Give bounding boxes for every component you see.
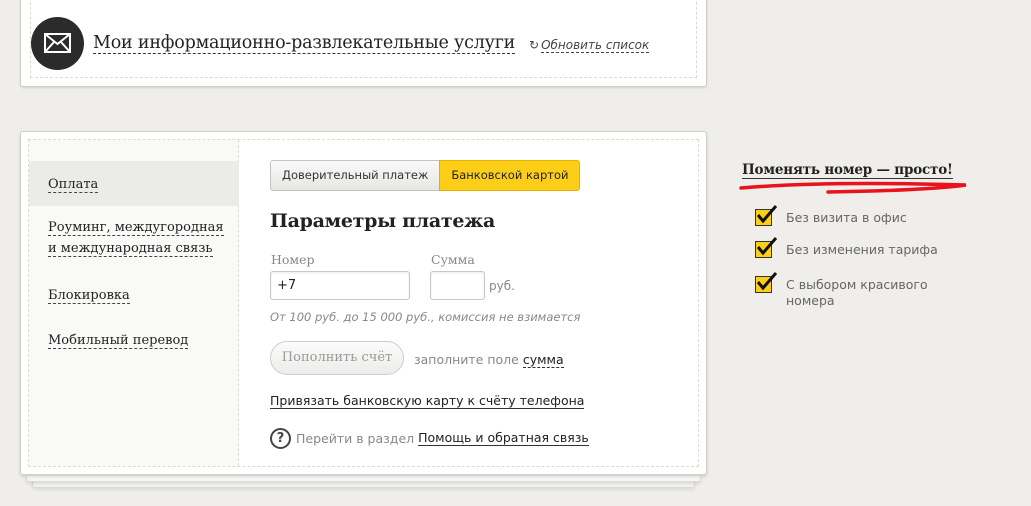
help-row: ? Перейти в раздел Помощь и обратная свя… [270,428,589,449]
sum-field-link[interactable]: сумма [522,352,564,368]
promo-item-label: Без визита в офис [786,210,907,225]
nav-item-payment-label: Оплата [48,177,99,193]
nav-item-mobile-transfer-label: Мобильный перевод [48,333,189,349]
side-nav: Оплата Роуминг, междугородная и междунар… [29,140,239,466]
promo-item-label: Без изменения тарифа [786,242,938,257]
payment-method-tabs: Доверительный платеж Банковской картой [270,160,581,191]
fill-field-prefix: заполните поле [414,352,519,367]
nav-item-roaming-line2: и международная связь [48,241,213,257]
nav-item-roaming-line1: Роуминг, междугородная [48,220,224,236]
fill-field-hint: заполните поле сумма [414,352,564,368]
card-stack-shadow-1 [26,476,701,482]
checkmark-icon [756,272,778,291]
tab-trust-payment[interactable]: Доверительный платеж [270,160,440,191]
amount-hint: От 100 руб. до 15 000 руб., комиссия не … [270,310,581,324]
change-number-link[interactable]: Поменять номер — просто! [742,162,953,179]
refresh-icon: ↻ [529,38,540,52]
phone-number-input[interactable]: +7 [270,271,410,300]
top-up-button[interactable]: Пополнить счёт [270,341,404,375]
refresh-list-link[interactable]: ↻ Обновить список [529,38,650,53]
help-prefix: Перейти в раздел [296,431,415,446]
help-feedback-link[interactable]: Помощь и обратная связь [418,431,589,446]
nav-item-blocking-label: Блокировка [48,288,130,304]
currency-label: руб. [489,279,515,293]
mail-icon [31,17,84,70]
refresh-list-label: Обновить список [541,38,650,53]
tab-bank-card[interactable]: Банковской картой [439,160,581,191]
sum-input[interactable] [430,271,485,300]
red-underline-stroke [739,181,967,194]
sum-label: Сумма [431,252,475,267]
checkmark-icon [756,237,778,256]
nav-item-payment[interactable]: Оплата [29,161,239,206]
number-label: Номер [271,252,315,267]
checkmark-icon [756,205,778,224]
nav-item-blocking[interactable]: Блокировка [29,285,239,306]
services-title[interactable]: Мои информационно-развлекательные услуги [93,33,515,54]
nav-item-mobile-transfer[interactable]: Мобильный перевод [29,330,239,351]
question-icon: ? [270,428,291,449]
promo-item-label: С выбором красивого номера [786,277,928,308]
nav-item-roaming[interactable]: Роуминг, междугородная и международная с… [29,217,239,259]
form-title: Параметры платежа [270,210,496,232]
card-stack-shadow-2 [32,482,695,488]
services-card: Мои информационно-развлекательные услуги… [20,0,707,87]
bind-card-link[interactable]: Привязать банковскую карту к счёту телеф… [270,394,585,409]
